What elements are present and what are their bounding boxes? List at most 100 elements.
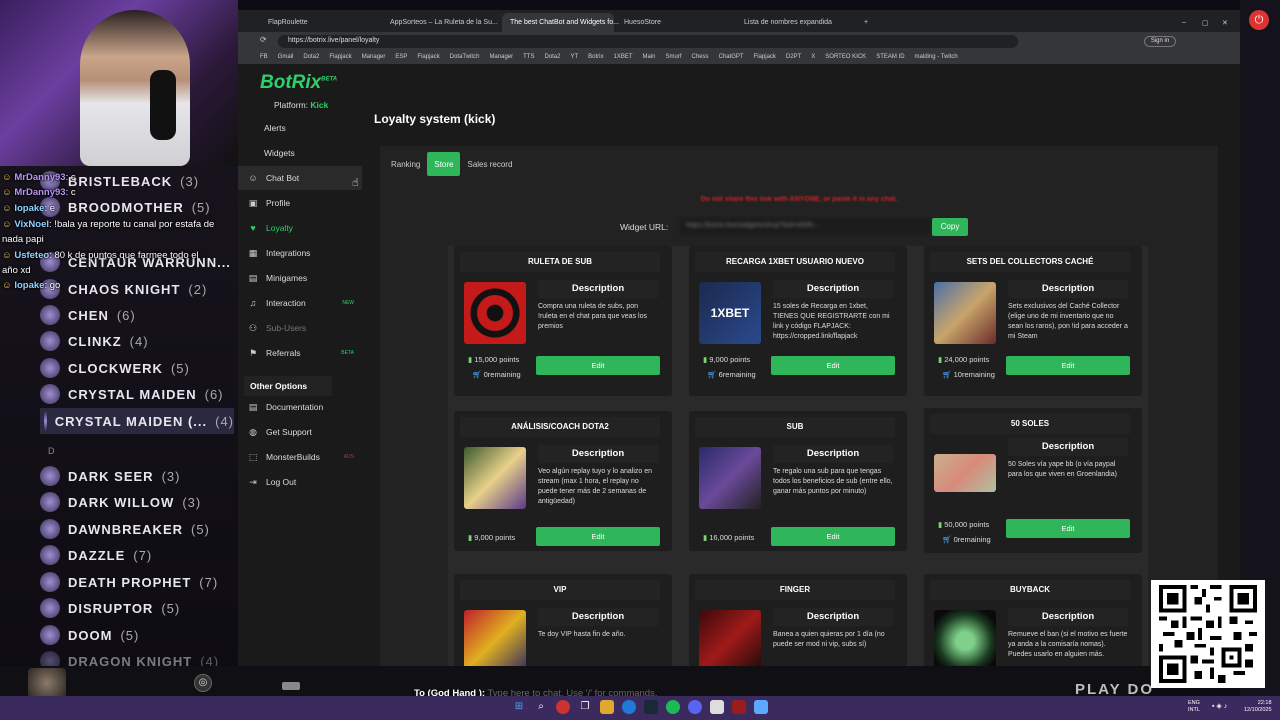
sign-in-button[interactable]: Sign in (1144, 36, 1176, 47)
hero-entry[interactable]: DARK SEER (3) (40, 463, 180, 489)
settings-icon[interactable]: ◎ (194, 674, 212, 692)
hero-entry[interactable]: CRYSTAL MAIDEN (... (4) (40, 408, 234, 434)
card-points: ▮ 9,000 points (468, 533, 515, 542)
bookmark-item[interactable]: D2PT (786, 54, 801, 60)
sidebar-item-loyalty[interactable]: ♥ Loyalty (238, 216, 362, 240)
hero-entry[interactable]: DARK WILLOW (3) (40, 489, 201, 515)
chat-toggle-icon[interactable] (282, 682, 300, 690)
bookmark-item[interactable]: ESP (395, 54, 407, 60)
minimize-button[interactable]: – (1174, 13, 1190, 32)
bookmark-item[interactable]: Flapjack (417, 54, 439, 60)
bookmark-item[interactable]: Dota2 (544, 54, 560, 60)
hero-entry[interactable]: DOOM (5) (40, 622, 139, 648)
folder-icon[interactable] (600, 700, 614, 714)
edit-button[interactable]: Edit (536, 527, 660, 546)
botrix-logo[interactable]: BotRixBETA (260, 72, 337, 94)
dota-icon[interactable] (732, 700, 746, 714)
bookmark-item[interactable]: Dota2 (303, 54, 319, 60)
card-remaining-value: 6remaining (718, 370, 756, 379)
widget-url-field[interactable]: https://botrix.live/widgets/shop?bid=e60… (680, 218, 930, 234)
url-input[interactable]: https://botrix.live/panel/loyalty (278, 35, 1018, 48)
sidebar-item-chat-bot[interactable]: ☺ Chat Bot (238, 166, 362, 190)
sidebar-item-referrals[interactable]: ⚑ Referrals BETA (238, 341, 362, 365)
card-title: RULETA DE SUB (460, 252, 660, 272)
reload-icon[interactable]: ⟳ (260, 35, 267, 44)
steam-icon[interactable] (644, 700, 658, 714)
edit-button[interactable]: Edit (1006, 356, 1130, 375)
search-icon[interactable]: ⌕ (534, 700, 548, 714)
bookmark-item[interactable]: Gmail (278, 54, 294, 60)
sidebar-item-monsterbuilds[interactable]: ⬚ MonsterBuilds ADS (238, 445, 362, 469)
tab-botrix[interactable]: The best ChatBot and Widgets fo... (502, 13, 619, 32)
sidebar-item-interaction[interactable]: ♫ Interaction NEW (238, 291, 362, 315)
sidebar-item-alerts[interactable]: Alerts (238, 116, 362, 140)
tab-sales-record[interactable]: Sales record (460, 152, 519, 176)
edit-button[interactable]: Edit (536, 356, 660, 375)
copy-button[interactable]: Copy (932, 218, 968, 236)
language-indicator[interactable]: ENG INTL (1188, 700, 1200, 714)
bookmark-item[interactable]: TTS (523, 54, 534, 60)
new-tab-button[interactable]: + (856, 13, 872, 32)
hero-entry[interactable]: CLINKZ (4) (40, 328, 149, 354)
edge-icon[interactable] (622, 700, 636, 714)
taskview-icon[interactable]: ❐ (578, 700, 592, 714)
bookmark-item[interactable]: STEAM ID (876, 54, 904, 60)
windows-start-icon[interactable]: ⊞ (512, 700, 526, 714)
hero-entry[interactable]: DAWNBREAKER (5) (40, 516, 210, 542)
tab-huesostore[interactable]: HuesoStore (616, 13, 736, 32)
sidebar-item-widgets[interactable]: Widgets (238, 141, 362, 165)
tab-flaproulette[interactable]: FlapRoulette (260, 13, 370, 32)
hero-entry[interactable]: CLOCKWERK (5) (40, 355, 190, 381)
platform-indicator: Platform: Kick (274, 100, 328, 110)
edit-button[interactable]: Edit (771, 527, 895, 546)
bookmark-item[interactable]: Flapjack (754, 54, 776, 60)
sidebar-item-minigames[interactable]: ▤ Minigames (238, 266, 362, 290)
sidebar-item-get-support[interactable]: ◍ Get Support (238, 420, 362, 444)
bookmark-item[interactable]: FB (260, 54, 268, 60)
tab-store[interactable]: Store (427, 152, 461, 176)
hero-entry[interactable]: CRYSTAL MAIDEN (6) (40, 381, 224, 407)
sidebar-item-profile[interactable]: ▣ Profile (238, 191, 362, 215)
sidebar-item-documentation[interactable]: ▤ Documentation (238, 395, 362, 419)
hero-entry[interactable]: DAZZLE (7) (40, 542, 152, 568)
bookmark-item[interactable]: Manager (489, 54, 513, 60)
spotify-icon[interactable] (666, 700, 680, 714)
bookmark-item[interactable]: Chess (692, 54, 709, 60)
bookmark-item[interactable]: X (811, 54, 815, 60)
card-description: Remueve el ban (si el motivo es fuerte y… (1008, 631, 1128, 658)
sidebar-item-log-out[interactable]: ⇥ Log Out (238, 470, 362, 494)
bookmark-item[interactable]: SORTEO KICK (825, 54, 866, 60)
bookmark-item[interactable]: Manager (362, 54, 386, 60)
edit-button[interactable]: Edit (771, 356, 895, 375)
discord-icon[interactable] (688, 700, 702, 714)
notes-icon[interactable] (754, 700, 768, 714)
card-description-label: Description (538, 445, 658, 463)
hero-entry[interactable]: DISRUPTOR (5) (40, 595, 180, 621)
bookmark-item[interactable]: Flapjack (329, 54, 351, 60)
bookmark-item[interactable]: malding - Twitch (915, 54, 958, 60)
bookmark-item[interactable]: 1XBET (614, 54, 633, 60)
bookmark-item[interactable]: ChatGPT (719, 54, 744, 60)
hero-entry[interactable]: CHAOS KNIGHT (2) (40, 276, 207, 302)
tray-icons[interactable]: ▪ ◈ ♪ (1212, 702, 1227, 710)
hero-entry[interactable]: CHEN (6) (40, 302, 136, 328)
close-window-button[interactable]: ✕ (1214, 13, 1230, 32)
bookmark-item[interactable]: Main (643, 54, 656, 60)
tab-lista-nombres[interactable]: Lista de nombres expandida (736, 13, 856, 32)
maximize-button[interactable]: ▢ (1194, 13, 1210, 32)
bookmark-item[interactable]: DotaTwitch (450, 54, 480, 60)
hero-name: DARK SEER (68, 468, 154, 484)
hero-count: (7) (199, 574, 219, 590)
sidebar-item-sub-users[interactable]: ⚇ Sub-Users (238, 316, 362, 340)
edit-button[interactable]: Edit (1006, 519, 1130, 538)
bookmark-item[interactable]: YT (570, 54, 578, 60)
notepad-icon[interactable] (710, 700, 724, 714)
hero-entry[interactable]: DEATH PROPHET (7) (40, 569, 218, 595)
sidebar-item-integrations[interactable]: ▦ Integrations (238, 241, 362, 265)
bookmark-item[interactable]: Smurf (666, 54, 682, 60)
tab-ranking[interactable]: Ranking (384, 152, 427, 176)
system-clock[interactable]: 22:18 12/10/2025 (1244, 700, 1272, 714)
bookmark-item[interactable]: Botrix (588, 54, 603, 60)
chrome-icon[interactable] (556, 700, 570, 714)
tab-appsorteos[interactable]: AppSorteos – La Ruleta de la Su... (382, 13, 502, 32)
